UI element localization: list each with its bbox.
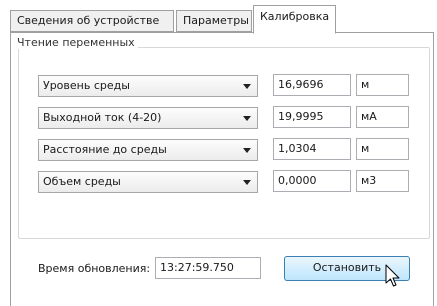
value-field-current[interactable]: 19,9995 [273,106,351,128]
tab-device-info[interactable]: Сведения об устройстве [10,10,174,32]
unit-field-level[interactable]: м [356,74,409,96]
tab-parameters[interactable]: Параметры [176,10,252,32]
variable-select-current[interactable]: Выходной ток (4-20) [38,107,258,129]
unit-field-volume[interactable]: м3 [356,170,409,192]
variable-select-distance[interactable]: Расстояние до среды [38,139,258,161]
value-field-volume[interactable]: 0,0000 [273,170,351,192]
unit-field-distance[interactable]: м [356,138,409,160]
variable-select-label: Объем среды [43,175,121,188]
mouse-pointer-icon [385,264,400,287]
variable-select-label: Расстояние до среды [43,143,167,156]
value-field-distance[interactable]: 1,0304 [273,138,351,160]
tab-calibration[interactable]: Калибровка [253,5,336,34]
chevron-down-icon [243,148,251,153]
update-time-label: Время обновления: [38,262,151,275]
unit-field-current[interactable]: мА [356,106,409,128]
variable-select-label: Уровень среды [43,79,130,92]
variable-select-volume[interactable]: Объем среды [38,171,258,193]
variable-select-label: Выходной ток (4-20) [43,111,162,124]
variable-select-level[interactable]: Уровень среды [38,75,258,97]
chevron-down-icon [243,180,251,185]
value-field-level[interactable]: 16,9696 [273,74,351,96]
group-title: Чтение переменных [14,36,138,49]
chevron-down-icon [243,84,251,89]
chevron-down-icon [243,116,251,121]
update-time-field[interactable]: 13:27:59.750 [155,257,261,279]
